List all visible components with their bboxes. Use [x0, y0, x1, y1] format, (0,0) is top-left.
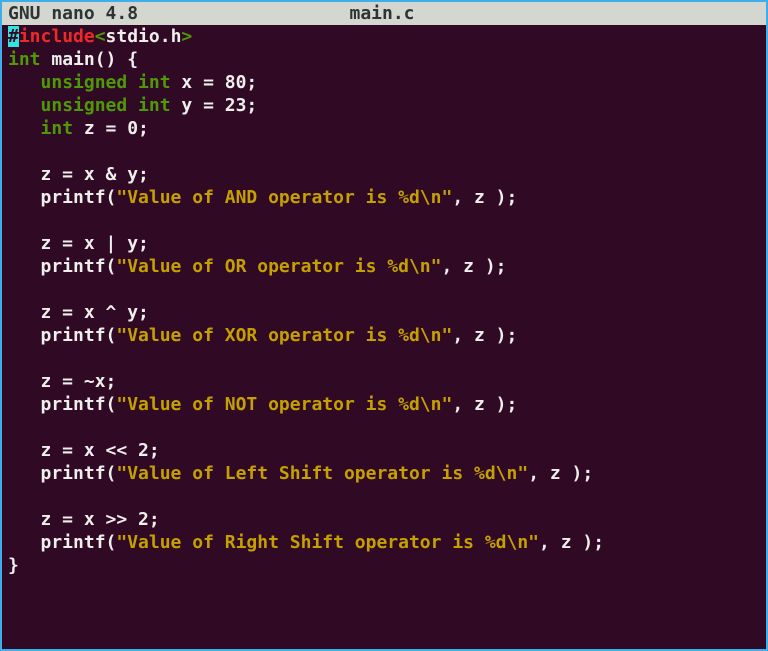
printf-tail: , z );: [539, 532, 604, 553]
close-brace: }: [8, 555, 19, 576]
tok-int: int: [41, 118, 74, 139]
tok-main-decl: main() {: [41, 49, 139, 70]
string-not: "Value of NOT operator is %d\n": [116, 394, 452, 415]
stmt-or: z = x | y;: [8, 233, 149, 254]
tok-unsigned-int: unsigned int: [41, 95, 171, 116]
tok-decl-z: z = 0;: [73, 118, 149, 139]
indent: [8, 72, 41, 93]
printf-tail: , z );: [441, 256, 506, 277]
stmt-lshift: z = x << 2;: [8, 440, 160, 461]
string-xor: "Value of XOR operator is %d\n": [116, 325, 452, 346]
printf-call: printf(: [8, 394, 116, 415]
printf-tail: , z );: [452, 394, 517, 415]
string-rshift: "Value of Right Shift operator is %d\n": [116, 532, 539, 553]
nano-app-name: GNU nano 4.8: [8, 2, 138, 25]
stmt-not: z = ~x;: [8, 371, 116, 392]
nano-filename: main.c: [138, 2, 766, 25]
tok-unsigned-int: unsigned int: [41, 72, 171, 93]
tok-angle-close: >: [181, 26, 192, 47]
tok-header: stdio.h: [106, 26, 182, 47]
printf-call: printf(: [8, 532, 116, 553]
printf-call: printf(: [8, 256, 116, 277]
tok-decl-y: y = 23;: [171, 95, 258, 116]
cursor: #: [8, 26, 19, 47]
string-or: "Value of OR operator is %d\n": [116, 256, 441, 277]
tok-decl-x: x = 80;: [171, 72, 258, 93]
nano-titlebar: GNU nano 4.8 main.c: [2, 2, 766, 25]
code-content: #include<stdio.h> int main() { unsigned …: [8, 25, 760, 577]
indent: [8, 118, 41, 139]
string-and: "Value of AND operator is %d\n": [116, 187, 452, 208]
editor-area[interactable]: #include<stdio.h> int main() { unsigned …: [2, 25, 766, 577]
string-lshift: "Value of Left Shift operator is %d\n": [116, 463, 528, 484]
tok-include: include: [19, 26, 95, 47]
indent: [8, 95, 41, 116]
tok-int: int: [8, 49, 41, 70]
printf-call: printf(: [8, 463, 116, 484]
printf-tail: , z );: [452, 187, 517, 208]
stmt-xor: z = x ^ y;: [8, 302, 149, 323]
printf-call: printf(: [8, 325, 116, 346]
stmt-and: z = x & y;: [8, 164, 149, 185]
stmt-rshift: z = x >> 2;: [8, 509, 160, 530]
tok-angle-open: <: [95, 26, 106, 47]
terminal-window: GNU nano 4.8 main.c #include<stdio.h> in…: [0, 0, 768, 651]
printf-tail: , z );: [528, 463, 593, 484]
printf-call: printf(: [8, 187, 116, 208]
printf-tail: , z );: [452, 325, 517, 346]
